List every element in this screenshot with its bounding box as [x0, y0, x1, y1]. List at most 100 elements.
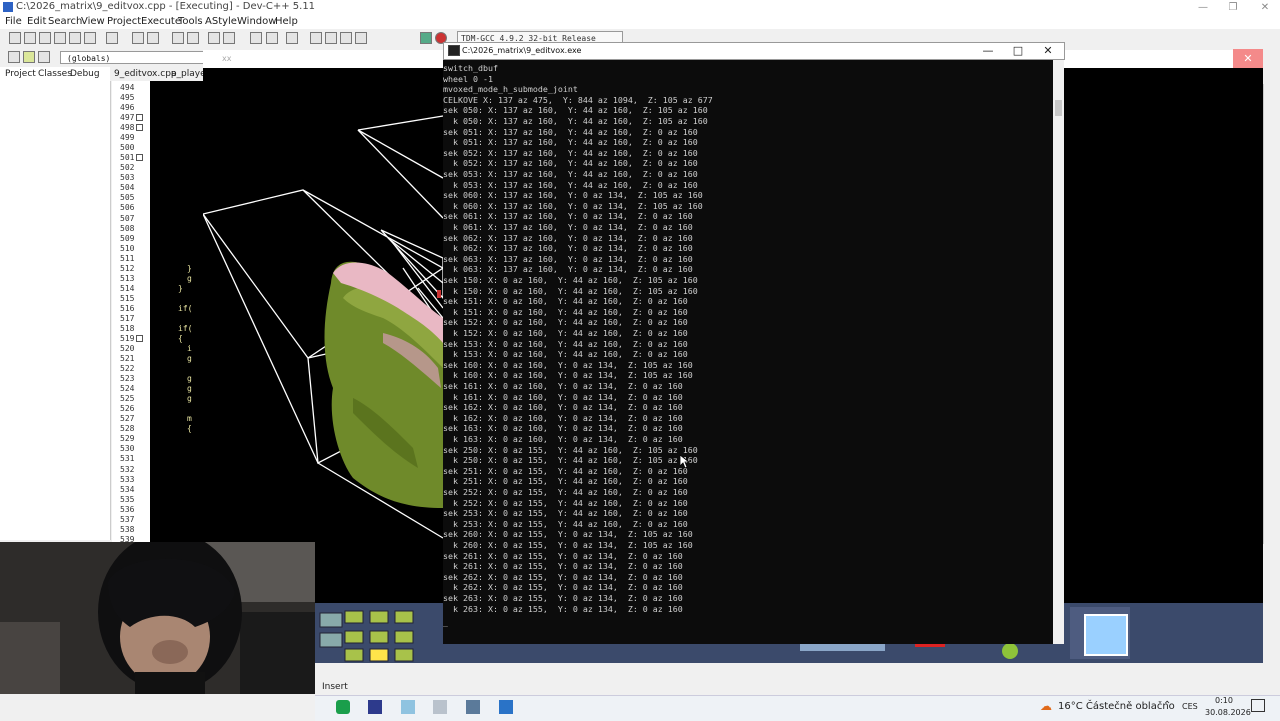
clock-time[interactable]: 0:10 — [1215, 696, 1233, 705]
compile-icon[interactable] — [325, 32, 337, 44]
menu-execute[interactable]: Execute — [141, 16, 181, 27]
fold-toggle-icon[interactable] — [136, 154, 143, 162]
goto-back-icon[interactable] — [250, 32, 262, 44]
restore-icon[interactable]: ❐ — [1218, 0, 1248, 15]
layout-icon[interactable] — [310, 32, 322, 44]
menubar: File Edit Search View Project Execute To… — [0, 15, 1280, 29]
fold-toggle-icon[interactable] — [136, 114, 143, 122]
replace-icon[interactable] — [187, 32, 199, 44]
tray-chevron-up-icon[interactable]: ⌃ — [1163, 700, 1171, 711]
tab-editvox-cpp[interactable]: 9_editvox.cpp — [114, 69, 177, 79]
fold-toggle-icon[interactable] — [136, 335, 143, 342]
save-all-icon[interactable] — [54, 32, 66, 44]
line-number: 524 — [120, 384, 135, 394]
indent-icon[interactable] — [208, 32, 220, 44]
line-number-gutter: 494 495 496 497 498 499 500 501 502 503 504 505 506 5… — [112, 81, 150, 544]
console-output[interactable]: switch_dbuf wheel 0 -1 mvoxed_mode_h_submo… — [443, 60, 1053, 644]
undo-icon[interactable] — [132, 32, 144, 44]
unindent-icon[interactable] — [223, 32, 235, 44]
close-all-icon[interactable] — [84, 32, 96, 44]
input-language[interactable]: CES — [1182, 702, 1198, 711]
goto-implementation-icon[interactable] — [38, 51, 50, 63]
minimize-icon[interactable]: — — [1188, 0, 1218, 15]
clock-date[interactable]: 30.08.2026 — [1205, 708, 1251, 717]
console-line: k 162: X: 0 az 160, Y: 0 az 134, Z: 0 az… — [443, 412, 683, 423]
tab-project[interactable]: Project — [5, 69, 36, 79]
close-file-icon[interactable] — [69, 32, 81, 44]
console-line: sek 163: X: 0 az 160, Y: 0 az 134, Z: 0 … — [443, 423, 683, 434]
console-line: sek 160: X: 0 az 160, Y: 0 az 134, Z: 10… — [443, 359, 693, 370]
fold-toggle-icon[interactable] — [136, 124, 143, 132]
line-number: 528 — [120, 424, 135, 434]
taskbar-app-gray-icon[interactable] — [433, 700, 447, 714]
menu-view[interactable]: View — [81, 16, 105, 27]
console-icon — [448, 45, 460, 56]
notification-icon[interactable] — [1251, 699, 1265, 712]
console-line: k 150: X: 0 az 160, Y: 44 az 160, Z: 105… — [443, 285, 698, 296]
tab-classes[interactable]: Classes — [38, 69, 72, 79]
console-line: sek 250: X: 0 az 155, Y: 44 az 160, Z: 1… — [443, 444, 698, 455]
menu-project[interactable]: Project — [107, 16, 141, 27]
tab-debug[interactable]: Debug — [70, 69, 100, 79]
goto-forward-icon[interactable] — [266, 32, 278, 44]
run-icon[interactable] — [340, 32, 352, 44]
open-file-icon[interactable] — [24, 32, 36, 44]
scope-select[interactable]: (globals) — [60, 51, 205, 64]
menu-tools[interactable]: Tools — [178, 16, 203, 27]
redo-icon[interactable] — [147, 32, 159, 44]
console-scrollbar[interactable] — [1053, 60, 1064, 644]
menu-edit[interactable]: Edit — [27, 16, 46, 27]
console-line: sek 161: X: 0 az 160, Y: 0 az 134, Z: 0 … — [443, 381, 683, 391]
editor-scrollbar[interactable] — [1263, 84, 1280, 544]
console-line: k 053: X: 137 az 160, Y: 44 az 160, Z: 0… — [443, 179, 698, 190]
chart-icon[interactable] — [420, 32, 432, 44]
line-number: 523 — [120, 374, 135, 384]
taskbar-console-icon[interactable] — [499, 700, 513, 714]
new-file-icon[interactable] — [9, 32, 21, 44]
line-number: 512 — [120, 263, 135, 273]
code-fragment: g — [187, 374, 192, 384]
menu-search[interactable]: Search — [48, 16, 82, 27]
console-minimize-button[interactable]: — — [973, 42, 1003, 60]
console-scroll-thumb[interactable] — [1055, 100, 1062, 116]
code-fragment: i — [187, 344, 192, 354]
line-number: 517 — [120, 313, 135, 323]
console-maximize-button[interactable]: □ — [1003, 42, 1033, 60]
class-browser-icon[interactable] — [8, 51, 20, 63]
taskbar-app-green-icon[interactable] — [336, 700, 350, 714]
console-line: k 151: X: 0 az 160, Y: 44 az 160, Z: 0 a… — [443, 306, 688, 317]
game-close-button[interactable]: ✕ — [1233, 49, 1263, 69]
goto-declaration-icon[interactable] — [23, 51, 35, 63]
code-editor[interactable]: } g} if(if({i g g g g m{ — [150, 81, 205, 543]
weather-icon[interactable]: ☁ — [1040, 699, 1052, 713]
line-number: 529 — [120, 434, 135, 444]
taskbar-xx-icon[interactable] — [466, 700, 480, 714]
line-number: 538 — [120, 524, 135, 534]
console-close-button[interactable]: ✕ — [1033, 42, 1063, 60]
console-line: sek 262: X: 0 az 155, Y: 0 az 134, Z: 0 … — [443, 571, 683, 582]
taskbar-devcpp-icon[interactable] — [368, 700, 382, 714]
console-title: C:\2026_matrix\9_editvox.exe — [462, 46, 582, 55]
menu-help[interactable]: Help — [275, 16, 298, 27]
devcpp-statusbar — [315, 679, 1280, 695]
line-number: 513 — [120, 273, 135, 283]
bookmark-icon[interactable] — [286, 32, 298, 44]
console-line: sek 060: X: 137 az 160, Y: 0 az 134, Z: … — [443, 190, 703, 201]
console-line: sek 253: X: 0 az 155, Y: 44 az 160, Z: 0… — [443, 508, 688, 519]
compile-run-icon[interactable] — [355, 32, 367, 44]
taskbar-folder-icon[interactable] — [401, 700, 415, 714]
line-number: 511 — [120, 253, 135, 263]
menu-window[interactable]: Window — [237, 16, 276, 27]
weather-status[interactable]: 16°C Částečně oblačno — [1058, 701, 1175, 712]
line-number: 501 — [120, 153, 135, 163]
print-icon[interactable] — [106, 32, 118, 44]
console-line: sek 063: X: 137 az 160, Y: 0 az 134, Z: … — [443, 253, 693, 264]
menu-file[interactable]: File — [5, 16, 22, 27]
menu-astyle[interactable]: AStyle — [205, 16, 237, 27]
project-panel: Project Classes Debug — [0, 67, 111, 540]
devcpp-titlebar: C:\2026_matrix\9_editvox.cpp - [Executin… — [0, 0, 1280, 15]
find-icon[interactable] — [172, 32, 184, 44]
save-icon[interactable] — [39, 32, 51, 44]
code-fragment: { — [178, 334, 183, 343]
close-icon[interactable]: ✕ — [1250, 0, 1280, 15]
